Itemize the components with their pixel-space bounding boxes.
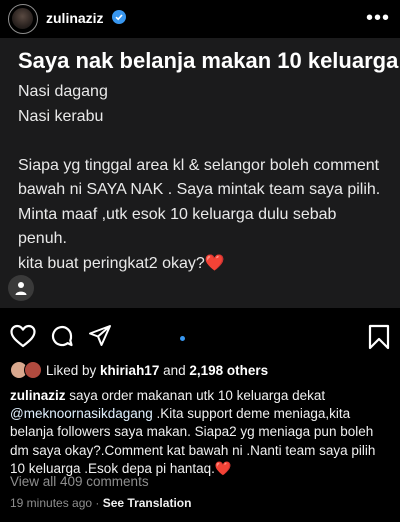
post-line: penuh. — [18, 230, 67, 247]
username-link[interactable]: zulinaziz — [46, 10, 104, 26]
post-image[interactable]: Saya nak belanja makan 10 keluarga Nasi … — [0, 38, 400, 308]
person-icon — [15, 282, 27, 295]
carousel-dots — [180, 336, 220, 342]
timestamp: 19 minutes ago — [10, 496, 93, 510]
carousel-dot-active — [180, 336, 185, 341]
post-header: zulinaziz ••• — [0, 0, 400, 38]
avatar-image — [12, 8, 33, 29]
post-line — [18, 129, 398, 154]
caption-text: saya order makanan utk 10 keluarga dekat — [65, 388, 326, 403]
post-line: kita buat peringkat2 okay? — [18, 254, 205, 272]
likes-count[interactable]: 2,198 others — [189, 363, 268, 378]
action-bar — [0, 318, 400, 356]
see-translation-link[interactable]: See Translation — [103, 496, 192, 510]
liker-avatar — [24, 361, 42, 379]
share-paper-plane-icon[interactable] — [88, 324, 112, 353]
profile-avatar[interactable] — [8, 4, 38, 34]
post-title: Saya nak belanja makan 10 keluarga — [18, 48, 399, 73]
timestamp-row: 19 minutes ago · See Translation — [10, 496, 191, 510]
likes-prefix: Liked by — [46, 363, 101, 378]
save-bookmark-icon[interactable] — [368, 324, 390, 355]
post-body-text: Nasi dagang Nasi kerabu Siapa yg tinggal… — [18, 80, 398, 276]
separator: · — [92, 496, 103, 510]
liker-username[interactable]: khiriah17 — [100, 363, 159, 378]
caption-username[interactable]: zulinaziz — [10, 388, 66, 403]
heart-emoji-icon: ❤️ — [214, 460, 232, 476]
more-options-button[interactable]: ••• — [366, 7, 390, 30]
tagged-users-button[interactable] — [8, 275, 34, 301]
verified-badge-icon — [112, 10, 126, 24]
post-line: Nasi kerabu — [18, 107, 104, 125]
post-line: Nasi dagang — [18, 83, 108, 100]
likes-text: Liked by khiriah17 and 2,198 others — [46, 363, 268, 378]
like-heart-icon[interactable] — [10, 324, 36, 353]
caption-mention-link[interactable]: @meknoornasikdagang — [10, 406, 153, 421]
post-line: Minta maaf ,utk esok 10 keluarga dulu se… — [18, 205, 337, 223]
likes-middle: and — [159, 363, 190, 378]
caption: zulinaziz saya order makanan utk 10 kelu… — [10, 387, 394, 478]
heart-emoji-icon: ❤️ — [204, 254, 225, 272]
comment-bubble-icon[interactable] — [50, 324, 74, 353]
post-line: Siapa yg tinggal area kl & selangor bole… — [18, 156, 380, 174]
view-all-comments-link[interactable]: View all 409 comments — [10, 474, 149, 489]
likes-row[interactable]: Liked by khiriah17 and 2,198 others — [0, 360, 400, 382]
post-line: bawah ni SAYA NAK . Saya mintak team say… — [18, 181, 381, 198]
post-line-last: kita buat peringkat2 okay?❤️ — [18, 252, 398, 277]
